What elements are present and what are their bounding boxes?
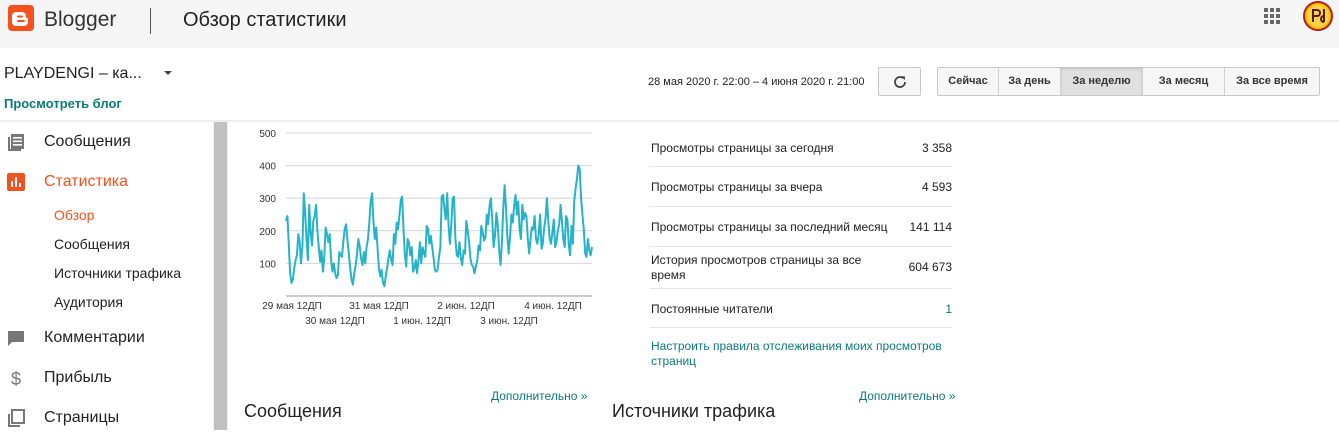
tracking-rules-link[interactable]: Настроить правила отслеживания моих прос…: [651, 339, 951, 369]
x-tick-label: 2 июн. 12ДП: [437, 301, 495, 312]
date-range-label: 28 мая 2020 г. 22:00 – 4 июня 2020 г. 21…: [648, 76, 865, 88]
y-tick-label: 300: [259, 194, 276, 205]
sidebar-item-label: Сообщения: [44, 133, 131, 150]
sidebar-scrollbar[interactable]: [213, 122, 228, 430]
x-tick-label: 29 мая 12ДП: [262, 301, 322, 312]
stat-row: Постоянные читатели 1: [650, 289, 952, 328]
sidebar-item-comments[interactable]: Комментарии: [0, 320, 212, 354]
sidebar-subitem-overview[interactable]: Обзор: [54, 207, 94, 223]
series-line: [285, 164, 593, 288]
stat-value[interactable]: 1: [945, 302, 952, 316]
stat-row: Просмотры страницы за последний месяц 141…: [650, 207, 952, 247]
sidebar-item-posts[interactable]: Сообщения: [0, 124, 212, 158]
stat-label: История просмотров страницы за все время: [651, 253, 862, 282]
pages-icon: [8, 409, 25, 427]
blog-selector[interactable]: PLAYDENGI – ка...: [4, 65, 142, 83]
range-button-2[interactable]: За неделю: [1061, 68, 1143, 95]
sidebar-item-earnings[interactable]: $ Прибыль: [0, 360, 212, 394]
x-tick-label: 3 июн. 12ДП: [480, 316, 538, 327]
y-tick-label: 100: [259, 259, 276, 270]
stat-row: Просмотры страницы за вчера 4 593: [650, 167, 952, 207]
stat-row: История просмотров страницы за все время…: [650, 247, 952, 289]
range-button-4[interactable]: За все время: [1225, 68, 1319, 95]
scrollbar-thumb[interactable]: [214, 122, 227, 430]
stat-value: 4 593: [921, 180, 952, 194]
brand-name[interactable]: Blogger: [44, 8, 116, 32]
page-title: Обзор статистики: [183, 9, 347, 31]
sidebar-subitem-posts[interactable]: Сообщения: [54, 236, 130, 252]
time-range-selector: Сейчас За день За неделю За месяц За все вре…: [937, 67, 1320, 96]
x-tick-label: 4 июн. 12ДП: [524, 301, 582, 312]
x-tick-label: 30 мая 12ДП: [305, 316, 365, 327]
sidebar-item-label: Статистика: [44, 173, 129, 190]
sidebar-item-label: Комментарии: [44, 329, 145, 346]
apps-grid-icon[interactable]: [1264, 8, 1280, 24]
stat-label: Просмотры страницы за вчера: [651, 180, 823, 194]
y-tick-label: 500: [259, 129, 276, 140]
y-tick-label: 400: [259, 162, 276, 173]
posts-icon: [8, 134, 24, 151]
header-divider: [150, 8, 151, 34]
x-tick-label: 1 июн. 12ДП: [393, 316, 451, 327]
sidebar-subitem-audience[interactable]: Аудитория: [54, 294, 123, 310]
stat-row: Просмотры страницы за сегодня 3 358: [650, 128, 952, 167]
y-tick-label: 200: [259, 227, 276, 238]
range-button-0[interactable]: Сейчас: [938, 68, 999, 95]
dollar-icon: $: [11, 369, 21, 388]
stat-label: Просмотры страницы за последний месяц: [651, 220, 888, 234]
traffic-more-link[interactable]: Дополнительно »: [859, 389, 955, 403]
range-button-1[interactable]: За день: [999, 68, 1061, 95]
x-tick-label: 31 мая 12ДП: [349, 301, 409, 312]
traffic-section-title: Источники трафика: [612, 401, 776, 421]
stat-value: 604 673: [908, 260, 952, 274]
sidebar-item-stats[interactable]: Статистика: [0, 164, 212, 198]
stat-label: Постоянные читатели: [651, 302, 773, 316]
svg-text:$: $: [11, 369, 21, 388]
view-blog-link[interactable]: Просмотреть блог: [4, 96, 122, 111]
range-button-3[interactable]: За месяц: [1143, 68, 1225, 95]
comments-icon: [8, 331, 24, 346]
stats-icon: [7, 173, 25, 191]
sidebar-item-label: Страницы: [44, 409, 120, 426]
pageviews-chart: 500 400 300 200 100 29 мая 12ДП 31 мая 12ДП 2 и…: [259, 129, 593, 327]
stat-label: Просмотры страницы за сегодня: [651, 141, 834, 155]
blogger-logo-icon[interactable]: [8, 5, 34, 31]
sidebar-item-label: Прибыль: [44, 369, 112, 386]
refresh-icon: [894, 76, 906, 88]
chevron-down-icon[interactable]: [164, 71, 172, 75]
sidebar-item-pages[interactable]: Страницы: [0, 400, 212, 434]
stat-value: 3 358: [921, 141, 952, 155]
user-avatar[interactable]: [1303, 1, 1333, 31]
posts-more-link[interactable]: Дополнительно »: [491, 389, 587, 403]
sidebar: Сообщения Статистика Обзор Сообщения Ист…: [0, 122, 212, 430]
posts-section-title: Сообщения: [244, 401, 342, 421]
refresh-button[interactable]: [878, 67, 921, 96]
top-bar: Blogger Обзор статистики: [0, 0, 1339, 48]
stat-value: 141 114: [909, 220, 953, 234]
stats-table: Просмотры страницы за сегодня 3 358 Просмо…: [650, 128, 952, 328]
sidebar-subitem-traffic[interactable]: Источники трафика: [54, 265, 181, 281]
